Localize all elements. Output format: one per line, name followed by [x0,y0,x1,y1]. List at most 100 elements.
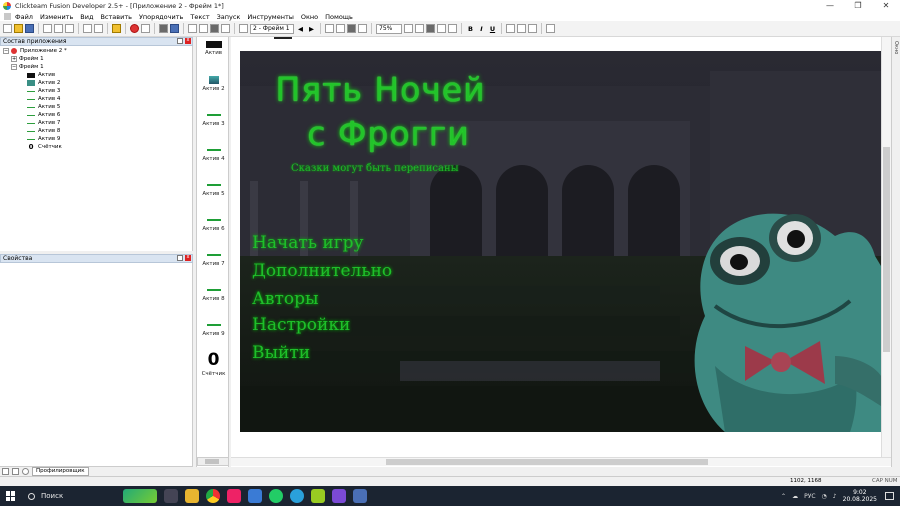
shelf-item[interactable]: Актив [197,41,230,56]
next-frame-icon[interactable]: ▶ [307,25,316,33]
collapse-icon[interactable]: − [11,64,17,70]
exit-button[interactable]: Выйти [252,343,310,363]
app-icon[interactable] [311,489,325,503]
run-app-icon[interactable] [112,24,121,33]
event-editor-icon[interactable] [188,24,197,33]
tree-item[interactable]: Актив [27,71,55,79]
show-grid-icon[interactable] [426,24,435,33]
tree-item[interactable]: Актив 9 [27,135,60,143]
tree-item[interactable]: Актив 4 [27,95,60,103]
zoom-select[interactable]: 75% [376,23,402,34]
telegram-icon[interactable] [290,489,304,503]
language-indicator[interactable]: РУС [804,493,815,500]
menu-arrange[interactable]: Упорядочить [139,13,183,21]
start-game-button[interactable]: Начать игру [252,233,364,253]
align-left-icon[interactable] [506,24,515,33]
underline-button[interactable]: U [488,25,497,33]
extras-button[interactable]: Дополнительно [252,261,392,281]
frame-editor-icon[interactable] [170,24,179,33]
app-icon[interactable] [353,489,367,503]
scroll-thumb[interactable] [883,147,890,352]
task-view-icon[interactable] [164,489,178,503]
shelf-item[interactable]: Актив 6 [197,219,230,232]
frame-select[interactable]: 2 - Фрейм 1 [250,23,294,34]
shelf-item[interactable]: 0 Счётчик [197,352,230,378]
tree-item[interactable]: 0 Счётчик [27,143,62,151]
explorer-icon[interactable] [185,489,199,503]
tree-item[interactable]: Актив 5 [27,103,60,111]
chrome-icon[interactable] [206,489,220,503]
paint-icon[interactable] [239,24,248,33]
volume-icon[interactable]: ♪ [833,493,837,500]
undo-icon[interactable] [83,24,92,33]
align-center-icon[interactable] [517,24,526,33]
group-icon[interactable] [325,24,334,33]
tree-item[interactable]: − Фрейм 1 [11,63,259,119]
stop-icon[interactable] [141,24,150,33]
rulers-icon[interactable] [448,24,457,33]
shelf-scrollbar[interactable] [197,457,229,466]
menu-run[interactable]: Запуск [217,13,241,21]
align-right-icon[interactable] [528,24,537,33]
menu-text[interactable]: Текст [190,13,209,21]
app-icon[interactable] [227,489,241,503]
credits-button[interactable]: Авторы [252,289,319,309]
menu-help[interactable]: Помощь [325,13,353,21]
shelf-item[interactable]: Актив 2 [197,76,230,92]
tree-item[interactable]: Актив 6 [27,111,60,119]
vertical-scrollbar[interactable] [881,37,891,459]
prev-frame-icon[interactable]: ◀ [296,25,305,33]
tree-item[interactable]: Актив 3 [27,87,60,95]
game-frame[interactable]: Пять Ночей с Фрогги Сказки могут быть пе… [240,51,881,432]
tree-item[interactable]: − Приложение 2 * [3,47,67,55]
scroll-thumb[interactable] [205,459,219,464]
italic-button[interactable]: I [477,25,486,33]
shelf-item[interactable]: Актив 3 [197,114,230,127]
pin-icon[interactable] [177,255,183,261]
shelf-item[interactable]: Актив 9 [197,324,230,337]
tray-up-icon[interactable]: ⌃ [781,493,786,500]
clock[interactable]: 9:02 20.08.2025 [843,489,877,503]
menu-tools[interactable]: Инструменты [247,13,294,21]
redo-icon[interactable] [94,24,103,33]
collapse-icon[interactable]: − [3,48,9,54]
fusion-icon[interactable] [332,489,346,503]
settings-button[interactable]: Настройки [252,315,350,335]
menu-window[interactable]: Окно [301,13,318,21]
save-icon[interactable] [25,24,34,33]
tree-item[interactable]: Актив 2 [27,79,60,87]
menu-file[interactable]: Файл [15,13,33,21]
store-icon[interactable] [248,489,262,503]
tree-item[interactable]: Актив 7 [27,119,60,127]
fit-icon[interactable] [546,24,555,33]
layer-icon[interactable] [347,24,356,33]
maximize-button[interactable]: ❐ [844,0,872,12]
profiler-tab[interactable]: Профилировщик [32,467,89,476]
new-file-icon[interactable] [3,24,12,33]
close-button[interactable]: ✕ [872,0,900,12]
open-folder-icon[interactable] [14,24,23,33]
cut-icon[interactable] [43,24,52,33]
record-icon[interactable] [130,24,139,33]
storyboard-icon[interactable] [159,24,168,33]
search-icon[interactable] [22,468,29,475]
cloud-icon[interactable]: ☁ [792,493,798,500]
shelf-item[interactable]: Актив 4 [197,149,230,162]
copy-icon[interactable] [54,24,63,33]
horizontal-scrollbar[interactable] [231,457,891,466]
menu-insert[interactable]: Вставить [100,13,131,21]
tree-item[interactable]: Актив 8 [27,127,60,135]
close-panel-icon[interactable]: x [185,38,191,44]
order-icon[interactable] [358,24,367,33]
menu-edit[interactable]: Изменить [40,13,73,21]
pin-icon[interactable] [177,38,183,44]
whatsapp-icon[interactable] [269,489,283,503]
scroll-thumb[interactable] [386,459,708,465]
close-panel-icon[interactable]: x [185,255,191,261]
snap-icon[interactable] [437,24,446,33]
bold-button[interactable]: B [466,25,475,33]
event-list-icon[interactable] [199,24,208,33]
notification-icon[interactable] [885,492,894,500]
zoom-tool-icon[interactable] [415,24,424,33]
tree-item[interactable]: + Фрейм 1 [11,55,259,111]
